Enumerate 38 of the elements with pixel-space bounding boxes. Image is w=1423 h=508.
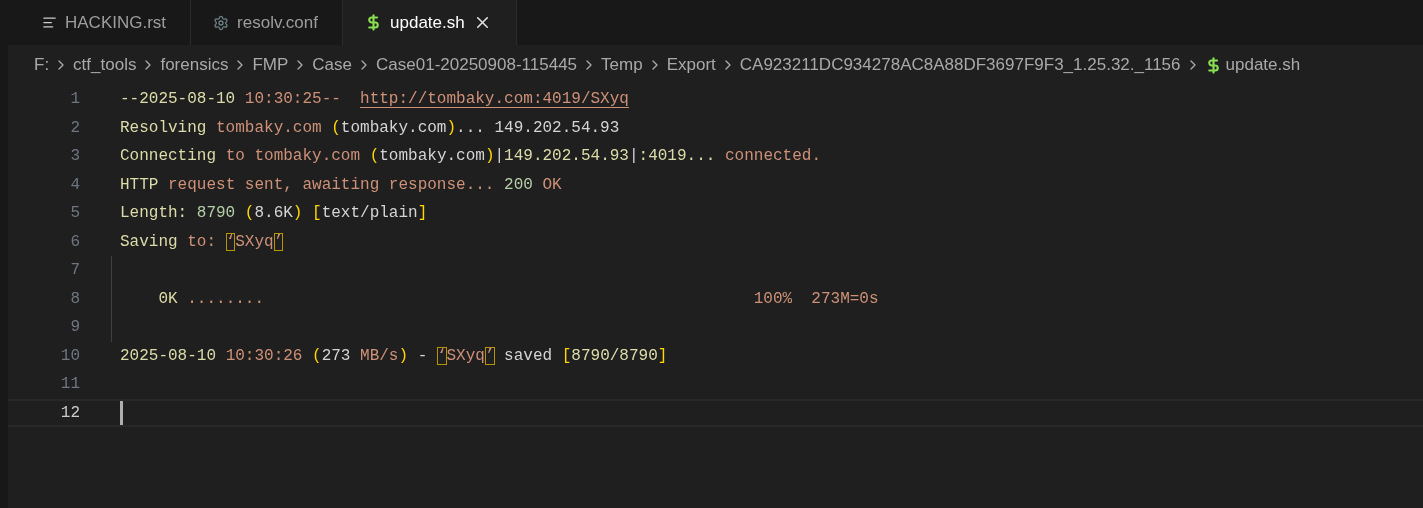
line-number: 6 — [69, 232, 80, 251]
breadcrumb-item[interactable]: update.sh — [1225, 55, 1301, 75]
editor-tab[interactable]: update.sh — [343, 0, 517, 45]
code-line: Connecting to tombaky.com (tombaky.com)|149.202.54.93|:4019... connected. — [120, 147, 821, 166]
breadcrumb-item[interactable]: CA923211DC934278AC8A88DF3697F9F3_1.25.32._1156 — [739, 55, 1181, 75]
line-number: 8 — [69, 289, 80, 308]
breadcrumb-item[interactable]: FMP — [252, 55, 289, 75]
breadcrumb-item[interactable]: F: — [34, 55, 50, 75]
line-number: 7 — [69, 261, 80, 280]
line-number: 11 — [59, 375, 80, 394]
breadcrumb-item[interactable]: Case — [312, 55, 353, 75]
line-number: 12 — [59, 403, 80, 422]
tab-label: update.sh — [390, 12, 465, 33]
text-cursor — [120, 400, 123, 425]
line-number: 2 — [69, 118, 80, 137]
line-number: 5 — [69, 204, 80, 223]
tab-label: HACKING.rst — [65, 12, 167, 33]
settings-icon — [213, 14, 230, 31]
breadcrumb-item[interactable]: Case01-20250908-115445 — [376, 55, 578, 75]
dollar-icon — [365, 14, 382, 31]
code-line: HTTP request sent, awaiting response... 200 OK — [120, 175, 562, 194]
line-number: 9 — [69, 318, 80, 337]
line-number: 4 — [69, 175, 80, 194]
line-number: 1 — [69, 90, 80, 109]
tab-label: resolv.conf — [237, 12, 318, 33]
line-number: 3 — [69, 147, 80, 166]
code-line: Resolving tombaky.com (tombaky.com)... 149.202.54.93 — [120, 118, 620, 137]
code-line: 2025-08-10 10:30:26 (273 MB/s) - ‘SXyq’ saved [8790/8790] — [120, 346, 668, 365]
breadcrumb-item[interactable]: Temp — [601, 55, 643, 75]
breadcrumb-item[interactable]: forensics — [160, 55, 229, 75]
lines-icon — [42, 15, 57, 30]
breadcrumb-item[interactable]: ctf_tools — [73, 55, 137, 75]
code-line: Saving to: ‘SXyq’ — [120, 232, 284, 251]
code-line: Length: 8790 (8.6K) [text/plain] — [120, 204, 428, 223]
line-number: 10 — [59, 346, 80, 365]
code-line: 0K ........ 100% 273M=0s — [157, 289, 879, 308]
code-line: --2025-08-10 10:30:25-- http://tombaky.com:4019/SXyq — [120, 90, 629, 109]
breadcrumb-item[interactable]: Export — [666, 55, 716, 75]
